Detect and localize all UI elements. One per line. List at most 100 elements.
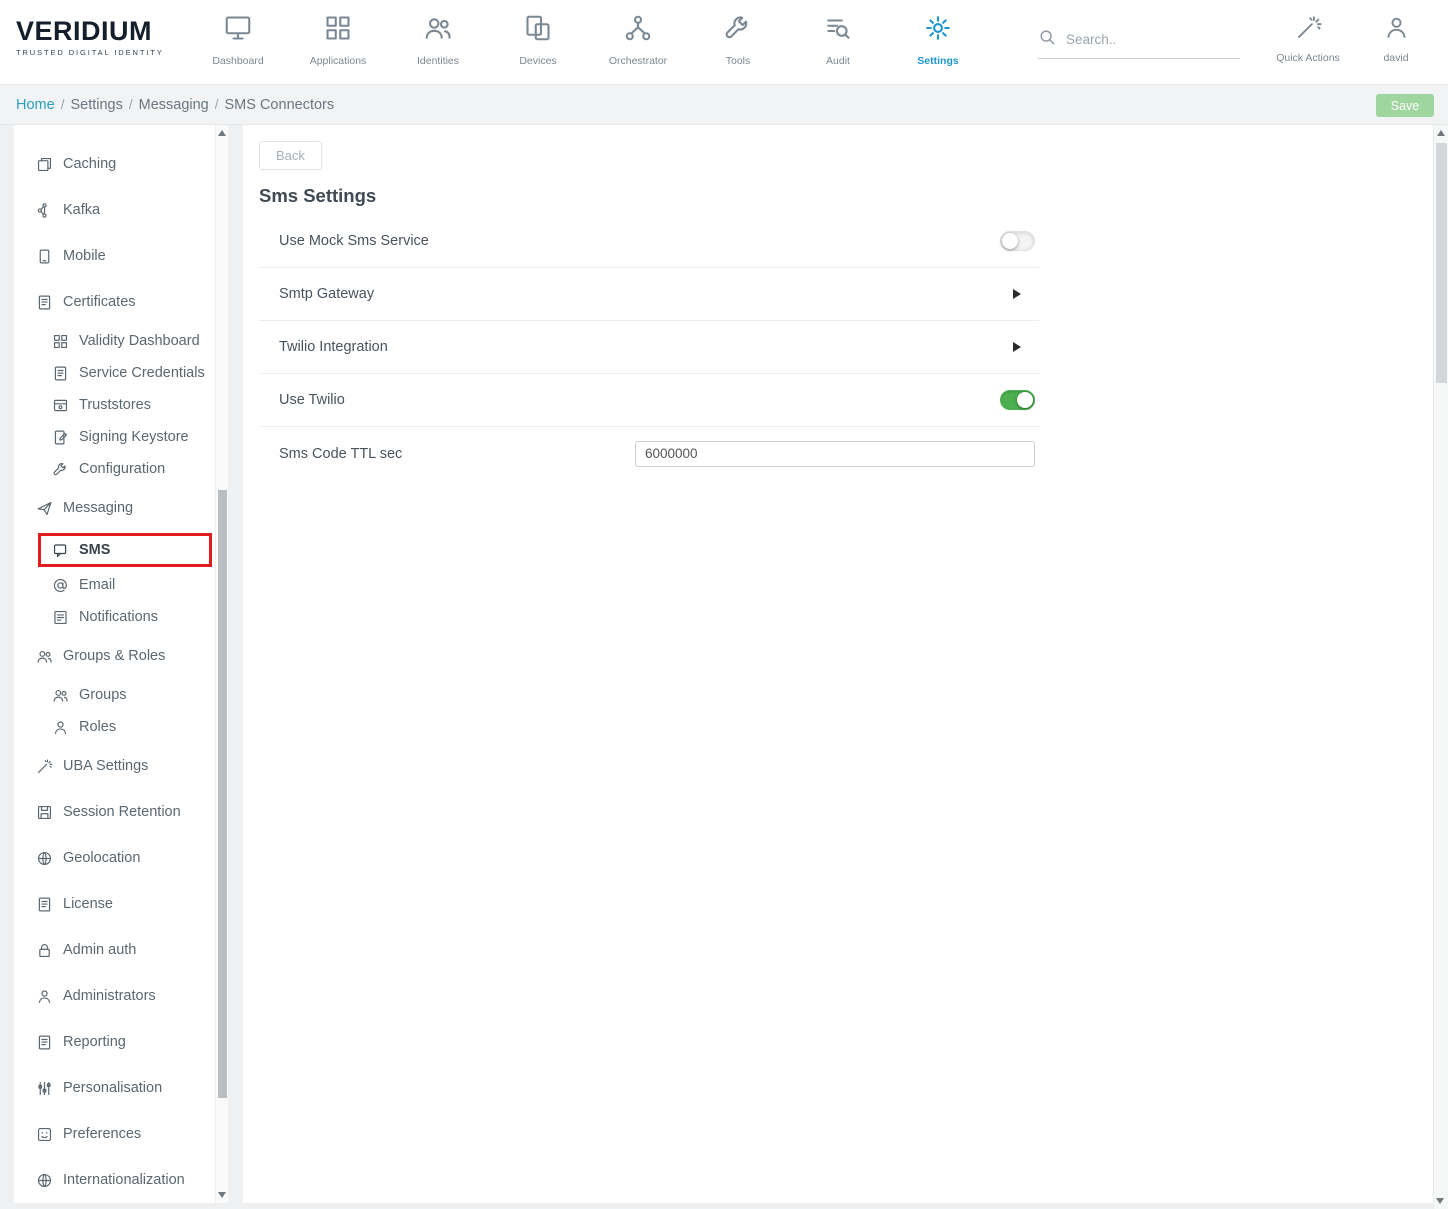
sms-code-ttl-sec-input[interactable] xyxy=(635,441,1035,467)
page-title: Sms Settings xyxy=(259,185,1433,207)
uba-settings-icon xyxy=(36,758,53,775)
sidebar-item-personalisation[interactable]: Personalisation xyxy=(14,1065,228,1111)
breadcrumb-item-settings[interactable]: Settings xyxy=(70,97,122,113)
sms-icon xyxy=(52,542,69,559)
nav-label: Orchestrator xyxy=(609,55,667,67)
sidebar-item-groups-roles[interactable]: Groups & Roles xyxy=(14,633,228,679)
sidebar-item-uba-settings[interactable]: UBA Settings xyxy=(14,743,228,789)
sidebar-item-label: Geolocation xyxy=(63,848,140,868)
nav-dashboard[interactable]: Dashboard xyxy=(188,8,288,67)
user-menu[interactable]: david xyxy=(1352,8,1440,64)
sidebar-item-label: Preferences xyxy=(63,1124,141,1144)
settings-icon xyxy=(923,13,953,48)
tools-icon xyxy=(723,13,753,48)
sidebar-item-reporting[interactable]: Reporting xyxy=(14,1019,228,1065)
license-icon xyxy=(36,896,53,913)
user-icon xyxy=(1383,14,1410,46)
sidebar-item-label: Roles xyxy=(79,717,116,737)
nav-orchestrator[interactable]: Orchestrator xyxy=(588,8,688,67)
nav-settings[interactable]: Settings xyxy=(888,8,988,67)
sidebar-item-label: Configuration xyxy=(79,459,165,479)
sidebar-item-label: Groups & Roles xyxy=(63,646,165,666)
sidebar-item-administrators[interactable]: Administrators xyxy=(14,973,228,1019)
nav-label: Applications xyxy=(310,55,367,67)
smtp-gateway-expand-icon[interactable] xyxy=(1013,289,1021,299)
page-scrollbar[interactable] xyxy=(1433,125,1448,1209)
sidebar-item-label: Notifications xyxy=(79,607,158,627)
quick-actions-button[interactable]: Quick Actions xyxy=(1264,8,1352,64)
administrators-icon xyxy=(36,988,53,1005)
sidebar-item-groups[interactable]: Groups xyxy=(14,679,228,711)
page-scroll-down-icon[interactable] xyxy=(1436,1198,1444,1204)
nav-devices[interactable]: Devices xyxy=(488,8,588,67)
toggle-knob xyxy=(1002,233,1018,249)
sidebar-item-kafka[interactable]: Kafka xyxy=(14,187,228,233)
breadcrumb-separator: / xyxy=(129,97,133,112)
sidebar-item-email[interactable]: Email xyxy=(14,569,228,601)
sidebar-item-label: License xyxy=(63,894,113,914)
use-mock-sms-service-toggle[interactable] xyxy=(1000,231,1035,251)
sidebar-item-preferences[interactable]: Preferences xyxy=(14,1111,228,1157)
sidebar-item-signing-keystore[interactable]: Signing Keystore xyxy=(14,421,228,453)
nav-label: Devices xyxy=(519,55,556,67)
sidebar-item-notifications[interactable]: Notifications xyxy=(14,601,228,633)
back-button[interactable]: Back xyxy=(259,141,322,170)
sidebar-item-messaging[interactable]: Messaging xyxy=(14,485,228,531)
nav-applications[interactable]: Applications xyxy=(288,8,388,67)
search-input[interactable] xyxy=(1066,32,1226,47)
sidebar-item-sms[interactable]: SMS xyxy=(38,533,212,567)
sidebar-item-session-retention[interactable]: Session Retention xyxy=(14,789,228,835)
applications-icon xyxy=(323,13,353,48)
use-twilio-row: Use Twilio xyxy=(259,374,1039,427)
dashboard-icon xyxy=(223,13,253,48)
sidebar-item-license[interactable]: License xyxy=(14,881,228,927)
page-scrollbar-thumb[interactable] xyxy=(1436,143,1447,383)
nav-tools[interactable]: Tools xyxy=(688,8,788,67)
breadcrumb-item-home[interactable]: Home xyxy=(16,97,55,113)
nav-label: Audit xyxy=(826,55,850,67)
sidebar-item-validity-dashboard[interactable]: Validity Dashboard xyxy=(14,325,228,357)
sidebar-item-roles[interactable]: Roles xyxy=(14,711,228,743)
identities-icon xyxy=(423,13,453,48)
nav-audit[interactable]: Audit xyxy=(788,8,888,67)
sidebar-item-internationalization[interactable]: Internationalization xyxy=(14,1157,228,1203)
sidebar-item-geolocation[interactable]: Geolocation xyxy=(14,835,228,881)
sidebar-item-label: Truststores xyxy=(79,395,151,415)
scroll-up-icon[interactable] xyxy=(218,130,226,136)
use-mock-sms-service-row: Use Mock Sms Service xyxy=(259,215,1039,268)
veridium-logo[interactable]: VERIDIUM TRUSTED DIGITAL IDENTITY xyxy=(16,16,164,57)
breadcrumb-item-messaging[interactable]: Messaging xyxy=(139,97,209,113)
sidebar-scrollbar-thumb[interactable] xyxy=(218,490,227,1098)
sidebar-scrollbar[interactable] xyxy=(215,125,228,1203)
sidebar-item-mobile[interactable]: Mobile xyxy=(14,233,228,279)
sidebar-item-label: Caching xyxy=(63,154,116,174)
internationalization-icon xyxy=(36,1172,53,1189)
sidebar-item-label: Kafka xyxy=(63,200,100,220)
scroll-down-icon[interactable] xyxy=(218,1192,226,1198)
sidebar-item-configuration[interactable]: Configuration xyxy=(14,453,228,485)
sidebar-item-service-credentials[interactable]: Service Credentials xyxy=(14,357,228,389)
twilio-integration-label: Twilio Integration xyxy=(279,339,388,355)
use-twilio-label: Use Twilio xyxy=(279,392,345,408)
smtp-gateway-row: Smtp Gateway xyxy=(259,268,1039,321)
sidebar-item-truststores[interactable]: Truststores xyxy=(14,389,228,421)
sidebar-item-label: Reporting xyxy=(63,1032,126,1052)
use-mock-sms-service-label: Use Mock Sms Service xyxy=(279,233,429,249)
sidebar-item-label: Email xyxy=(79,575,115,595)
twilio-integration-expand-icon[interactable] xyxy=(1013,342,1021,352)
page-scroll-up-icon[interactable] xyxy=(1437,130,1445,136)
sidebar-item-admin-auth[interactable]: Admin auth xyxy=(14,927,228,973)
validity-dashboard-icon xyxy=(52,333,69,350)
save-button[interactable]: Save xyxy=(1376,94,1434,117)
smtp-gateway-label: Smtp Gateway xyxy=(279,286,374,302)
audit-icon xyxy=(823,13,853,48)
topbar: VERIDIUM TRUSTED DIGITAL IDENTITY Dashbo… xyxy=(0,0,1448,85)
sidebar-item-certificates[interactable]: Certificates xyxy=(14,279,228,325)
sidebar: Caching Kafka MobileCertificatesValidity D… xyxy=(14,125,228,1203)
sidebar-item-caching[interactable]: Caching xyxy=(14,141,228,187)
sidebar-item-label: Messaging xyxy=(63,498,133,518)
nav-identities[interactable]: Identities xyxy=(388,8,488,67)
roles-icon xyxy=(52,719,69,736)
sidebar-item-label: Administrators xyxy=(63,986,156,1006)
use-twilio-toggle[interactable] xyxy=(1000,390,1035,410)
